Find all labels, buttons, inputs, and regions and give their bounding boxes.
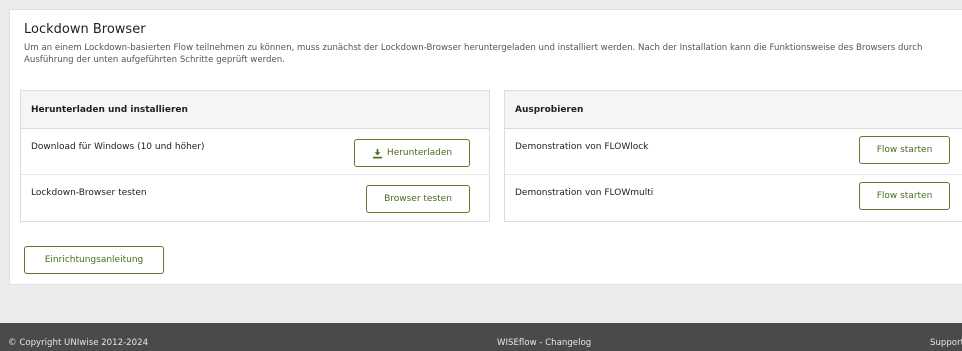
footer-changelog-link[interactable]: WISEflow - Changelog	[497, 338, 591, 348]
setup-guide-button[interactable]: Einrichtungsanleitung	[24, 246, 164, 274]
try-panel-heading: Ausprobieren	[505, 91, 962, 129]
lockdown-browser-card: Lockdown Browser Um an einem Lockdown-ba…	[9, 9, 962, 285]
download-button-label: Herunterladen	[386, 148, 453, 158]
download-label: Download für Windows (10 und höher)	[31, 142, 205, 152]
start-flowmulti-button[interactable]: Flow starten	[859, 182, 950, 210]
footer-support-link[interactable]: Support	[930, 338, 962, 348]
test-browser-button[interactable]: Browser testen	[366, 185, 470, 213]
footer: © Copyright UNIwise 2012-2024 WISEflow -…	[0, 323, 962, 351]
install-panel: Herunterladen und installieren Download …	[20, 90, 490, 222]
section-description: Um an einem Lockdown-basierten Flow teil…	[24, 43, 923, 65]
download-row: Download für Windows (10 und höher) Heru…	[21, 129, 489, 175]
install-panel-heading: Herunterladen und installieren	[21, 91, 489, 129]
flowlock-row: Demonstration von FLOWlock Flow starten	[505, 129, 962, 175]
try-panel: Ausprobieren Demonstration von FLOWlock …	[504, 90, 962, 222]
footer-copyright: © Copyright UNIwise 2012-2024	[8, 338, 149, 348]
section-title: Lockdown Browser	[24, 22, 146, 37]
download-button[interactable]: Herunterladen	[354, 139, 470, 167]
test-browser-label: Lockdown-Browser testen	[31, 188, 147, 198]
flowlock-label: Demonstration von FLOWlock	[515, 142, 649, 152]
start-flowlock-button[interactable]: Flow starten	[859, 136, 950, 164]
flowmulti-label: Demonstration von FLOWmulti	[515, 188, 654, 198]
flowmulti-row: Demonstration von FLOWmulti Flow starten	[505, 175, 962, 221]
download-icon	[372, 148, 383, 158]
test-browser-row: Lockdown-Browser testen Browser testen	[21, 175, 489, 221]
